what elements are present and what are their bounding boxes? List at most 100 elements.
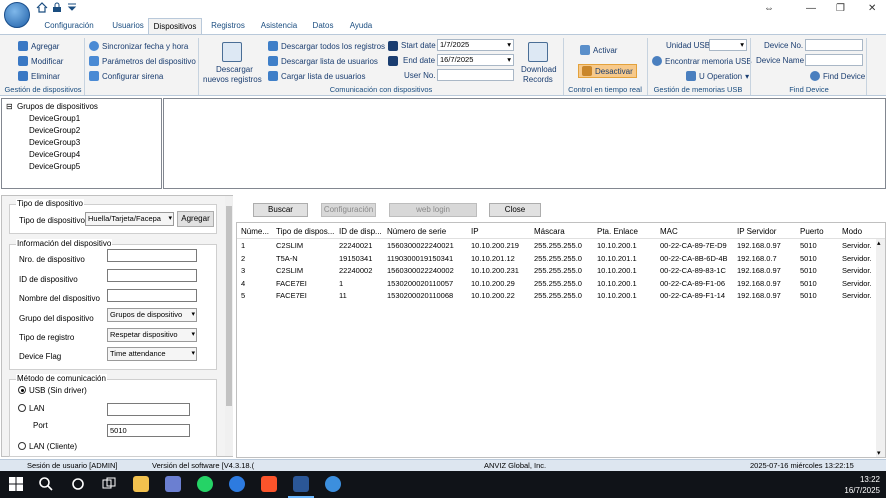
table-cell[interactable]: 255.255.255.0: [534, 291, 582, 300]
taskbar-clock[interactable]: 13:22 16/7/2025: [844, 474, 880, 496]
tree-collapse-icon[interactable]: ⊟: [6, 102, 13, 111]
table-cell[interactable]: 10.10.200.231: [471, 266, 519, 275]
find-device-button[interactable]: Find Device: [810, 71, 865, 81]
tab-registros[interactable]: Registros: [206, 18, 250, 34]
u-operation-button[interactable]: U Operation ▾: [686, 71, 749, 81]
table-cell[interactable]: 1560300022240002: [387, 266, 454, 275]
device-no-input[interactable]: [107, 249, 197, 262]
scroll-up-icon[interactable]: ▴: [877, 239, 881, 247]
column-header-ip[interactable]: IP: [471, 227, 479, 236]
form-scrollbar[interactable]: [225, 196, 233, 456]
table-cell[interactable]: 10.10.200.1: [597, 291, 637, 300]
home-icon[interactable]: [36, 2, 48, 13]
tree-item-group1[interactable]: DeviceGroup1: [29, 114, 80, 123]
chevron-down-icon[interactable]: ▾: [507, 55, 511, 65]
column-header-mask[interactable]: Máscara: [534, 227, 565, 236]
device-group-select[interactable]: Grupos de dispositivo ▾: [107, 308, 197, 322]
chevron-down-icon[interactable]: ▾: [507, 40, 511, 50]
column-header-device-id[interactable]: ID de disp...: [339, 227, 382, 236]
table-cell[interactable]: T5A-N: [276, 254, 298, 263]
tab-usuarios[interactable]: Usuarios: [106, 18, 150, 34]
column-header-server-ip[interactable]: IP Servidor: [737, 227, 776, 236]
file-explorer-icon[interactable]: [133, 476, 149, 492]
form-scrollbar-thumb[interactable]: [226, 206, 232, 406]
download-new-label-2[interactable]: nuevos registros: [203, 75, 262, 84]
table-scrollbar[interactable]: ▴ ▾: [876, 239, 885, 457]
web-login-button[interactable]: web login: [389, 203, 477, 217]
table-cell[interactable]: 3: [241, 266, 245, 275]
usb-unit-select[interactable]: ▾: [709, 39, 747, 51]
scroll-down-icon[interactable]: ▾: [877, 449, 881, 457]
device-flag-select[interactable]: Time attendance ▾: [107, 347, 197, 361]
table-cell[interactable]: 192.168.0.97: [737, 291, 781, 300]
windows-start-icon[interactable]: [8, 476, 24, 492]
device-id-input[interactable]: [107, 269, 197, 282]
table-cell[interactable]: 1: [241, 241, 245, 250]
table-cell[interactable]: 4: [241, 279, 245, 288]
activate-button[interactable]: Activar: [580, 45, 617, 55]
table-cell[interactable]: 00-22-CA-89-7E-D9: [660, 241, 727, 250]
table-cell[interactable]: 10.10.201.12: [471, 254, 515, 263]
table-cell[interactable]: 10.10.200.1: [597, 266, 637, 275]
table-cell[interactable]: 22240021: [339, 241, 372, 250]
table-cell[interactable]: 11: [339, 291, 347, 300]
lan-radio[interactable]: [18, 404, 26, 412]
table-cell[interactable]: FACE7EI: [276, 279, 307, 288]
tree-item-group5[interactable]: DeviceGroup5: [29, 162, 80, 171]
search-button[interactable]: Buscar: [253, 203, 308, 217]
table-cell[interactable]: 22240002: [339, 266, 372, 275]
tree-item-group4[interactable]: DeviceGroup4: [29, 150, 80, 159]
tree-item-group2[interactable]: DeviceGroup2: [29, 126, 80, 135]
tab-ayuda[interactable]: Ayuda: [344, 18, 378, 34]
start-date-field[interactable]: 1/7/2025 ▾: [437, 39, 514, 51]
tab-datos[interactable]: Datos: [308, 18, 338, 34]
word-icon[interactable]: [293, 476, 309, 492]
record-type-select[interactable]: Respetar dispositivo ▾: [107, 328, 197, 342]
column-header-gateway[interactable]: Pta. Enlace: [597, 227, 638, 236]
table-cell[interactable]: 10.10.201.1: [597, 254, 637, 263]
table-cell[interactable]: 00-22-CA-89-F1-06: [660, 279, 725, 288]
column-header-mac[interactable]: MAC: [660, 227, 678, 236]
add-device-button[interactable]: Agregar: [18, 41, 59, 51]
table-cell[interactable]: 1560300022240021: [387, 241, 454, 250]
find-usb-button[interactable]: Encontrar memoria USB: [652, 56, 752, 66]
anviz-logo[interactable]: [4, 2, 30, 28]
close-button[interactable]: Close: [489, 203, 541, 217]
table-cell[interactable]: 00-22-CA-8B-6D-4B: [660, 254, 728, 263]
cortana-icon[interactable]: [70, 476, 86, 492]
table-cell[interactable]: 10.10.200.1: [597, 241, 637, 250]
table-cell[interactable]: 10.10.200.22: [471, 291, 515, 300]
usb-radio[interactable]: [18, 386, 26, 394]
column-header-port[interactable]: Puerto: [800, 227, 824, 236]
dropdown-icon[interactable]: [66, 2, 78, 13]
download-all-button[interactable]: Descargar todos los registros: [268, 41, 385, 51]
lan-ip-input[interactable]: [107, 403, 190, 416]
upload-users-button[interactable]: Cargar lista de usuarios: [268, 71, 365, 81]
column-header-type[interactable]: Tipo de dispos...: [276, 227, 334, 236]
configuration-button[interactable]: Configuración: [321, 203, 376, 217]
device-no-field[interactable]: [805, 39, 863, 51]
column-header-mode[interactable]: Modo: [842, 227, 862, 236]
table-cell[interactable]: 192.168.0.97: [737, 241, 781, 250]
download-records-label-1[interactable]: Download: [521, 65, 557, 74]
table-cell[interactable]: 255.255.255.0: [534, 266, 582, 275]
lock-icon[interactable]: [51, 2, 63, 13]
chat-app-icon[interactable]: [229, 476, 245, 492]
download-records-icon[interactable]: [528, 42, 548, 62]
table-cell[interactable]: C2SLIM: [276, 266, 303, 275]
tab-asistencia[interactable]: Asistencia: [254, 18, 304, 34]
column-header-number[interactable]: Núme...: [241, 227, 269, 236]
chevron-down-icon[interactable]: ▾: [740, 40, 744, 50]
end-date-field[interactable]: 16/7/2025 ▾: [437, 54, 514, 66]
table-cell[interactable]: 19150341: [339, 254, 372, 263]
table-cell[interactable]: 5: [241, 291, 245, 300]
table-cell[interactable]: 1530200020110068: [387, 291, 453, 300]
table-cell[interactable]: 2: [241, 254, 245, 263]
close-icon[interactable]: ✕: [868, 3, 876, 14]
download-records-label-2[interactable]: Records: [523, 75, 553, 84]
table-cell[interactable]: 00-22-CA-89-F1-14: [660, 291, 725, 300]
tab-dispositivos[interactable]: Dispositivos: [148, 18, 202, 34]
table-cell[interactable]: 192.168.0.97: [737, 266, 781, 275]
table-cell[interactable]: 255.255.255.0: [534, 279, 582, 288]
table-cell[interactable]: 192.168.0.7: [737, 254, 777, 263]
